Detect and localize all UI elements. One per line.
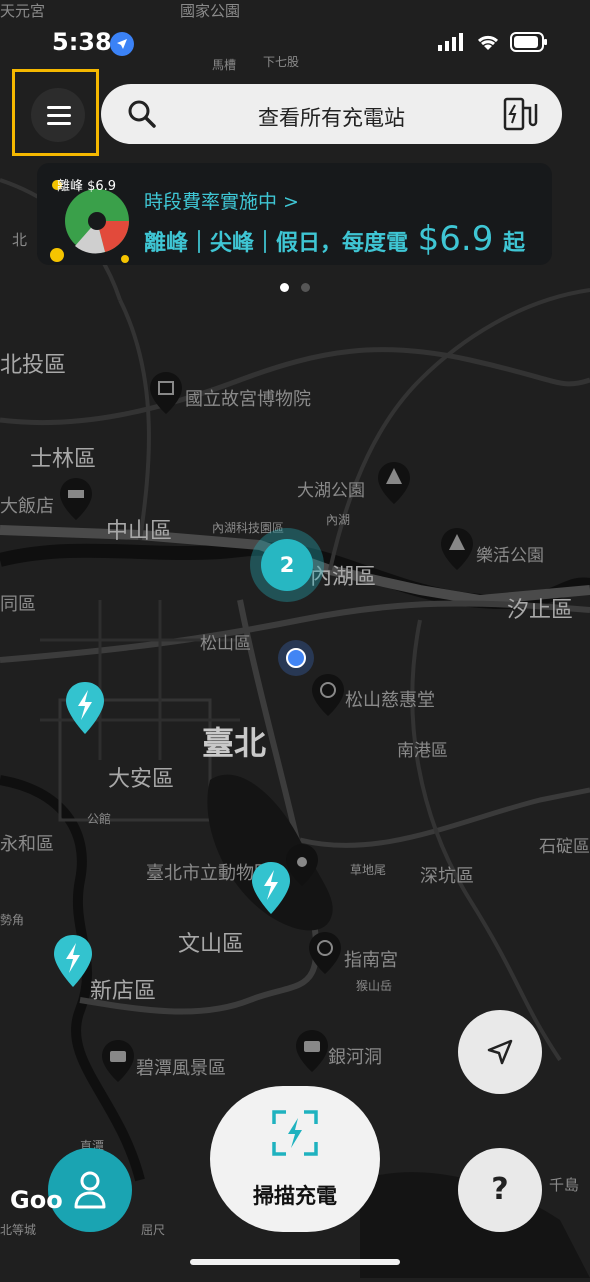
map-label: 臺北 [202,724,267,762]
charging-station-pin[interactable] [250,860,292,916]
user-profile-icon [74,1171,106,1209]
current-location-marker [278,640,314,676]
map-label: 士林區 [30,447,97,472]
map-label: 下七股 [263,55,300,69]
camera-poi-icon[interactable] [102,1040,134,1082]
map-label: 松山慈惠堂 [345,690,435,711]
scan-charge-icon [272,1110,318,1156]
map-label: 勢角 [0,913,25,927]
promo-suffix: 起 [495,231,526,256]
map-label: 千島 [549,1176,580,1194]
google-logo: Goo [10,1186,63,1214]
map-label: 大湖公園 [297,481,365,501]
hotel-poi-icon[interactable] [60,478,92,520]
map-label: 公館 [87,812,112,826]
carousel-indicator [280,283,310,292]
scan-label: 掃描充電 [253,1184,337,1208]
temple-poi-icon[interactable] [309,932,341,974]
map-label: 猴山岳 [356,979,393,993]
map-label: 南港區 [397,741,448,761]
promo-title: 時段費率實施中 > [144,191,299,213]
map-label: 大安區 [108,767,175,792]
cluster-count: 2 [261,539,313,591]
map-label: 石碇區 [539,837,590,857]
home-indicator [190,1259,400,1265]
promo-periods: 離峰｜尖峰｜假日，每度電 [144,231,416,256]
search-placeholder: 查看所有充電站 [258,106,405,130]
map-label: 馬槽 [212,58,237,72]
map-label: 同區 [0,594,36,615]
battery-icon [510,32,547,52]
map-label: 指南宮 [344,950,398,971]
menu-button[interactable] [12,69,99,156]
map-label: 屈尺 [141,1223,166,1237]
carousel-dot-active[interactable] [280,283,289,292]
map-label: 深坑區 [420,866,474,887]
map-label: 樂活公園 [476,546,544,566]
signal-icon [438,33,463,51]
charging-station-pin[interactable] [64,680,106,736]
park-poi-icon[interactable] [441,528,473,570]
map-label: 碧潭風景區 [136,1058,226,1079]
map-label: 國立故宮博物院 [185,389,311,410]
map-label: 松山區 [200,634,251,654]
locate-me-button[interactable] [458,1010,542,1094]
map-label: 銀河洞 [328,1047,382,1068]
promo-banner[interactable]: 離峰 $6.9 時段費率實施中 > 離峰｜尖峰｜假日，每度電 $6.9 起 [37,163,552,265]
camera-poi-icon[interactable] [296,1030,328,1072]
promo-subtitle: 離峰｜尖峰｜假日，每度電 $6.9 起 [144,219,525,259]
promo-price: $6.9 [417,219,494,259]
scan-to-charge-button[interactable]: 掃描充電 [210,1086,380,1232]
map-label: 文山區 [178,932,245,957]
wifi-icon [477,35,499,50]
promo-art-text: 離峰 $6.9 [57,179,117,194]
map-label: 北投區 [0,353,67,378]
map-label: 汐止區 [507,598,574,623]
charging-station-pin[interactable] [52,933,94,989]
map-label: 內湖 [326,513,351,527]
search-stations-bar[interactable]: 查看所有充電站 [101,84,562,144]
map-label: 草地尾 [350,863,387,877]
map-label: 永和區 [0,834,54,855]
status-indicators [438,32,548,52]
station-cluster-marker[interactable]: 2 [250,528,324,602]
location-active-icon [110,32,134,56]
hamburger-menu-icon[interactable] [31,88,85,142]
map-label: 大飯店 [0,496,54,517]
museum-poi-icon[interactable] [150,372,182,414]
map-label: 北 [12,231,28,249]
map-label: 中山區 [106,519,173,544]
carousel-dot[interactable] [301,283,310,292]
navigation-arrow-icon [487,1039,513,1065]
status-time: 5:38 [52,28,112,56]
map-label: 國家公園 [180,2,241,20]
help-button[interactable]: ? [458,1148,542,1232]
map-label: 新店區 [90,979,157,1004]
charging-station-icon[interactable] [502,96,540,132]
map-label: 北等城 [0,1223,37,1237]
park-poi-icon[interactable] [378,462,410,504]
temple-poi-icon[interactable] [312,674,344,716]
map-label: 天元宮 [0,2,46,20]
